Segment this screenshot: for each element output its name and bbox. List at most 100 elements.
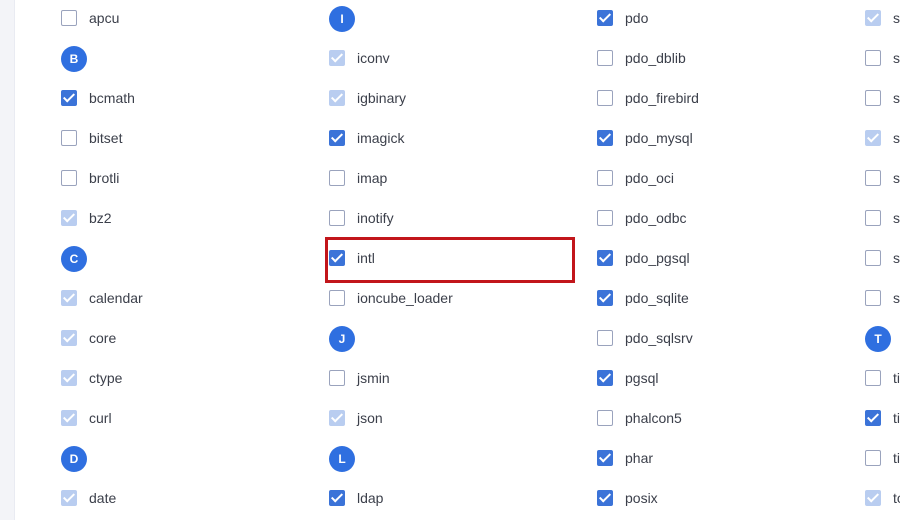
- extension-option[interactable]: phalcon5: [597, 408, 682, 428]
- extension-option[interactable]: intl: [329, 248, 375, 268]
- extension-checkbox[interactable]: [865, 90, 881, 106]
- extension-option[interactable]: s: [865, 208, 900, 228]
- extension-option[interactable]: ti: [865, 448, 900, 468]
- extension-checkbox[interactable]: [865, 290, 881, 306]
- extension-label: igbinary: [357, 90, 407, 106]
- extension-option[interactable]: date: [61, 488, 116, 508]
- extension-option[interactable]: phar: [597, 448, 653, 468]
- extension-checkbox: [329, 50, 345, 66]
- extension-label: pdo: [625, 10, 649, 26]
- extension-checkbox[interactable]: [329, 130, 345, 146]
- extension-checkbox[interactable]: [329, 370, 345, 386]
- extension-option[interactable]: ldap: [329, 488, 383, 508]
- extension-checkbox[interactable]: [329, 250, 345, 266]
- extension-option[interactable]: json: [329, 408, 383, 428]
- extension-option[interactable]: inotify: [329, 208, 394, 228]
- extension-option[interactable]: to: [865, 488, 900, 508]
- extension-option[interactable]: pdo_mysql: [597, 128, 693, 148]
- extension-checkbox[interactable]: [865, 250, 881, 266]
- extension-option[interactable]: ti: [865, 408, 900, 428]
- extension-checkbox: [61, 290, 77, 306]
- extension-option[interactable]: pdo_firebird: [597, 88, 699, 108]
- extension-option[interactable]: s: [865, 168, 900, 188]
- extension-checkbox[interactable]: [597, 130, 613, 146]
- extension-option[interactable]: calendar: [61, 288, 143, 308]
- extension-option[interactable]: imap: [329, 168, 387, 188]
- extension-checkbox[interactable]: [61, 90, 77, 106]
- extension-checkbox[interactable]: [61, 10, 77, 26]
- extension-checkbox[interactable]: [597, 170, 613, 186]
- extension-option[interactable]: igbinary: [329, 88, 406, 108]
- extension-option[interactable]: ti: [865, 368, 900, 388]
- extension-option[interactable]: s: [865, 248, 900, 268]
- extension-option[interactable]: bcmath: [61, 88, 135, 108]
- extensions-panel: apcu Bbcmath bitset brotli bz2 Ccalendar core c…: [0, 0, 900, 520]
- extension-option[interactable]: pdo_odbc: [597, 208, 687, 228]
- extension-checkbox[interactable]: [597, 10, 613, 26]
- extension-checkbox[interactable]: [329, 490, 345, 506]
- extension-option[interactable]: pdo_sqlite: [597, 288, 689, 308]
- extension-label: apcu: [89, 10, 120, 26]
- extension-checkbox[interactable]: [597, 210, 613, 226]
- extension-option[interactable]: pdo_pgsql: [597, 248, 690, 268]
- extension-label: bz2: [89, 210, 112, 226]
- extension-label: s: [893, 250, 900, 266]
- extension-option[interactable]: brotli: [61, 168, 119, 188]
- extension-label: s: [893, 10, 900, 26]
- extension-label: iconv: [357, 50, 390, 66]
- extension-checkbox[interactable]: [597, 250, 613, 266]
- extension-checkbox: [865, 130, 881, 146]
- extension-checkbox[interactable]: [597, 330, 613, 346]
- extension-checkbox[interactable]: [865, 370, 881, 386]
- extension-option[interactable]: ctype: [61, 368, 122, 388]
- extension-option[interactable]: imagick: [329, 128, 404, 148]
- extension-checkbox[interactable]: [865, 450, 881, 466]
- extension-checkbox: [865, 490, 881, 506]
- extension-label: phar: [625, 450, 654, 466]
- extension-option[interactable]: pdo_oci: [597, 168, 674, 188]
- extension-option[interactable]: pdo: [597, 8, 648, 28]
- extension-option[interactable]: posix: [597, 488, 658, 508]
- extension-option[interactable]: bitset: [61, 128, 122, 148]
- extension-checkbox[interactable]: [597, 90, 613, 106]
- extension-checkbox[interactable]: [61, 130, 77, 146]
- extension-checkbox[interactable]: [329, 170, 345, 186]
- extension-checkbox[interactable]: [865, 170, 881, 186]
- extension-label: ldap: [357, 490, 384, 506]
- extension-checkbox[interactable]: [597, 290, 613, 306]
- extension-checkbox[interactable]: [597, 50, 613, 66]
- extension-option[interactable]: s: [865, 88, 900, 108]
- extension-checkbox[interactable]: [61, 170, 77, 186]
- extension-checkbox[interactable]: [865, 410, 881, 426]
- extension-label: imap: [357, 170, 388, 186]
- extension-checkbox[interactable]: [597, 450, 613, 466]
- section-letter-i: I: [329, 6, 355, 32]
- extension-checkbox[interactable]: [865, 50, 881, 66]
- extension-checkbox: [61, 370, 77, 386]
- extension-label: curl: [89, 410, 112, 426]
- section-letter-l: L: [329, 446, 355, 472]
- extension-option[interactable]: pgsql: [597, 368, 658, 388]
- extension-label: s: [893, 90, 900, 106]
- extension-checkbox[interactable]: [329, 210, 345, 226]
- section-letter-t: T: [865, 326, 891, 352]
- extension-option[interactable]: core: [61, 328, 116, 348]
- extension-checkbox[interactable]: [597, 370, 613, 386]
- extension-option[interactable]: pdo_sqlsrv: [597, 328, 693, 348]
- extension-option[interactable]: pdo_dblib: [597, 48, 686, 68]
- extension-option[interactable]: bz2: [61, 208, 112, 228]
- extension-checkbox[interactable]: [597, 410, 613, 426]
- extension-checkbox[interactable]: [865, 210, 881, 226]
- extension-option[interactable]: s: [865, 48, 900, 68]
- extension-checkbox[interactable]: [329, 290, 345, 306]
- extension-option[interactable]: jsmin: [329, 368, 390, 388]
- extension-option[interactable]: curl: [61, 408, 112, 428]
- extension-option[interactable]: s: [865, 8, 900, 28]
- extension-option[interactable]: iconv: [329, 48, 390, 68]
- extension-option[interactable]: s: [865, 128, 900, 148]
- extension-checkbox[interactable]: [597, 490, 613, 506]
- extension-option[interactable]: s: [865, 288, 900, 308]
- section-letter-d: D: [61, 446, 87, 472]
- extension-option[interactable]: ioncube_loader: [329, 288, 453, 308]
- extension-option[interactable]: apcu: [61, 8, 119, 28]
